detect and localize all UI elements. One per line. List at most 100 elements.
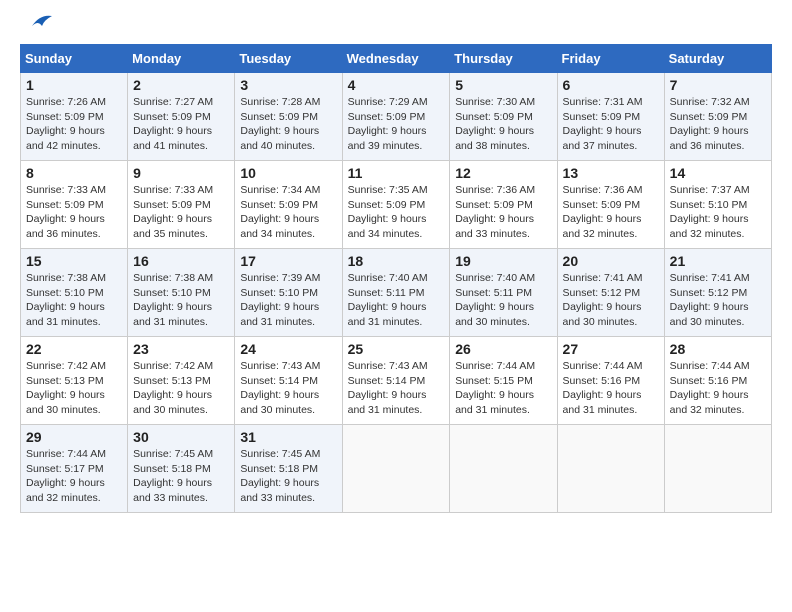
calendar-cell: 31 Sunrise: 7:45 AMSunset: 5:18 PMDaylig… [235, 425, 342, 513]
calendar-cell: 13 Sunrise: 7:36 AMSunset: 5:09 PMDaylig… [557, 161, 664, 249]
week-row-1: 1 Sunrise: 7:26 AMSunset: 5:09 PMDayligh… [21, 73, 772, 161]
day-number: 28 [670, 341, 766, 357]
day-number: 3 [240, 77, 336, 93]
header [20, 20, 772, 34]
day-info: Sunrise: 7:40 AMSunset: 5:11 PMDaylight:… [348, 272, 428, 328]
day-info: Sunrise: 7:28 AMSunset: 5:09 PMDaylight:… [240, 96, 320, 152]
day-number: 15 [26, 253, 122, 269]
day-number: 17 [240, 253, 336, 269]
calendar-cell: 5 Sunrise: 7:30 AMSunset: 5:09 PMDayligh… [450, 73, 557, 161]
day-info: Sunrise: 7:27 AMSunset: 5:09 PMDaylight:… [133, 96, 213, 152]
calendar-cell: 26 Sunrise: 7:44 AMSunset: 5:15 PMDaylig… [450, 337, 557, 425]
calendar-cell: 4 Sunrise: 7:29 AMSunset: 5:09 PMDayligh… [342, 73, 450, 161]
calendar-cell: 2 Sunrise: 7:27 AMSunset: 5:09 PMDayligh… [128, 73, 235, 161]
day-info: Sunrise: 7:42 AMSunset: 5:13 PMDaylight:… [26, 360, 106, 416]
day-number: 22 [26, 341, 122, 357]
calendar-cell: 1 Sunrise: 7:26 AMSunset: 5:09 PMDayligh… [21, 73, 128, 161]
day-number: 6 [563, 77, 659, 93]
day-number: 10 [240, 165, 336, 181]
logo-bird-icon [22, 12, 54, 34]
calendar-cell: 29 Sunrise: 7:44 AMSunset: 5:17 PMDaylig… [21, 425, 128, 513]
day-number: 12 [455, 165, 551, 181]
day-number: 19 [455, 253, 551, 269]
day-number: 4 [348, 77, 445, 93]
calendar-cell: 3 Sunrise: 7:28 AMSunset: 5:09 PMDayligh… [235, 73, 342, 161]
calendar-cell: 15 Sunrise: 7:38 AMSunset: 5:10 PMDaylig… [21, 249, 128, 337]
day-info: Sunrise: 7:32 AMSunset: 5:09 PMDaylight:… [670, 96, 750, 152]
calendar-cell: 27 Sunrise: 7:44 AMSunset: 5:16 PMDaylig… [557, 337, 664, 425]
calendar-cell: 14 Sunrise: 7:37 AMSunset: 5:10 PMDaylig… [664, 161, 771, 249]
day-info: Sunrise: 7:45 AMSunset: 5:18 PMDaylight:… [133, 448, 213, 504]
week-row-5: 29 Sunrise: 7:44 AMSunset: 5:17 PMDaylig… [21, 425, 772, 513]
day-info: Sunrise: 7:45 AMSunset: 5:18 PMDaylight:… [240, 448, 320, 504]
calendar-container: SundayMondayTuesdayWednesdayThursdayFrid… [20, 20, 772, 513]
day-info: Sunrise: 7:41 AMSunset: 5:12 PMDaylight:… [670, 272, 750, 328]
day-number: 9 [133, 165, 229, 181]
calendar-cell [450, 425, 557, 513]
day-number: 14 [670, 165, 766, 181]
calendar-cell [664, 425, 771, 513]
day-number: 8 [26, 165, 122, 181]
header-thursday: Thursday [450, 45, 557, 73]
header-tuesday: Tuesday [235, 45, 342, 73]
calendar-cell: 9 Sunrise: 7:33 AMSunset: 5:09 PMDayligh… [128, 161, 235, 249]
day-info: Sunrise: 7:40 AMSunset: 5:11 PMDaylight:… [455, 272, 535, 328]
week-row-3: 15 Sunrise: 7:38 AMSunset: 5:10 PMDaylig… [21, 249, 772, 337]
day-number: 11 [348, 165, 445, 181]
day-info: Sunrise: 7:36 AMSunset: 5:09 PMDaylight:… [563, 184, 643, 240]
calendar-cell: 10 Sunrise: 7:34 AMSunset: 5:09 PMDaylig… [235, 161, 342, 249]
day-number: 2 [133, 77, 229, 93]
calendar-cell: 18 Sunrise: 7:40 AMSunset: 5:11 PMDaylig… [342, 249, 450, 337]
calendar-table: SundayMondayTuesdayWednesdayThursdayFrid… [20, 44, 772, 513]
day-info: Sunrise: 7:38 AMSunset: 5:10 PMDaylight:… [26, 272, 106, 328]
calendar-header-row: SundayMondayTuesdayWednesdayThursdayFrid… [21, 45, 772, 73]
calendar-cell: 11 Sunrise: 7:35 AMSunset: 5:09 PMDaylig… [342, 161, 450, 249]
day-info: Sunrise: 7:44 AMSunset: 5:16 PMDaylight:… [670, 360, 750, 416]
day-info: Sunrise: 7:38 AMSunset: 5:10 PMDaylight:… [133, 272, 213, 328]
header-sunday: Sunday [21, 45, 128, 73]
day-info: Sunrise: 7:44 AMSunset: 5:17 PMDaylight:… [26, 448, 106, 504]
day-info: Sunrise: 7:43 AMSunset: 5:14 PMDaylight:… [348, 360, 428, 416]
calendar-cell: 7 Sunrise: 7:32 AMSunset: 5:09 PMDayligh… [664, 73, 771, 161]
day-number: 21 [670, 253, 766, 269]
header-friday: Friday [557, 45, 664, 73]
calendar-cell: 17 Sunrise: 7:39 AMSunset: 5:10 PMDaylig… [235, 249, 342, 337]
header-wednesday: Wednesday [342, 45, 450, 73]
day-number: 1 [26, 77, 122, 93]
header-monday: Monday [128, 45, 235, 73]
day-number: 26 [455, 341, 551, 357]
day-info: Sunrise: 7:35 AMSunset: 5:09 PMDaylight:… [348, 184, 428, 240]
day-number: 5 [455, 77, 551, 93]
day-number: 23 [133, 341, 229, 357]
day-number: 18 [348, 253, 445, 269]
calendar-cell: 23 Sunrise: 7:42 AMSunset: 5:13 PMDaylig… [128, 337, 235, 425]
calendar-cell [342, 425, 450, 513]
day-info: Sunrise: 7:34 AMSunset: 5:09 PMDaylight:… [240, 184, 320, 240]
calendar-cell: 19 Sunrise: 7:40 AMSunset: 5:11 PMDaylig… [450, 249, 557, 337]
logo [20, 20, 54, 34]
day-number: 25 [348, 341, 445, 357]
day-info: Sunrise: 7:26 AMSunset: 5:09 PMDaylight:… [26, 96, 106, 152]
day-info: Sunrise: 7:37 AMSunset: 5:10 PMDaylight:… [670, 184, 750, 240]
calendar-cell [557, 425, 664, 513]
day-info: Sunrise: 7:44 AMSunset: 5:15 PMDaylight:… [455, 360, 535, 416]
day-number: 7 [670, 77, 766, 93]
calendar-cell: 30 Sunrise: 7:45 AMSunset: 5:18 PMDaylig… [128, 425, 235, 513]
week-row-2: 8 Sunrise: 7:33 AMSunset: 5:09 PMDayligh… [21, 161, 772, 249]
day-number: 20 [563, 253, 659, 269]
day-info: Sunrise: 7:42 AMSunset: 5:13 PMDaylight:… [133, 360, 213, 416]
calendar-cell: 6 Sunrise: 7:31 AMSunset: 5:09 PMDayligh… [557, 73, 664, 161]
calendar-cell: 20 Sunrise: 7:41 AMSunset: 5:12 PMDaylig… [557, 249, 664, 337]
day-number: 30 [133, 429, 229, 445]
day-info: Sunrise: 7:43 AMSunset: 5:14 PMDaylight:… [240, 360, 320, 416]
calendar-cell: 16 Sunrise: 7:38 AMSunset: 5:10 PMDaylig… [128, 249, 235, 337]
header-saturday: Saturday [664, 45, 771, 73]
calendar-cell: 25 Sunrise: 7:43 AMSunset: 5:14 PMDaylig… [342, 337, 450, 425]
day-number: 16 [133, 253, 229, 269]
day-info: Sunrise: 7:44 AMSunset: 5:16 PMDaylight:… [563, 360, 643, 416]
day-number: 13 [563, 165, 659, 181]
day-info: Sunrise: 7:33 AMSunset: 5:09 PMDaylight:… [26, 184, 106, 240]
day-number: 27 [563, 341, 659, 357]
calendar-cell: 24 Sunrise: 7:43 AMSunset: 5:14 PMDaylig… [235, 337, 342, 425]
calendar-cell: 28 Sunrise: 7:44 AMSunset: 5:16 PMDaylig… [664, 337, 771, 425]
